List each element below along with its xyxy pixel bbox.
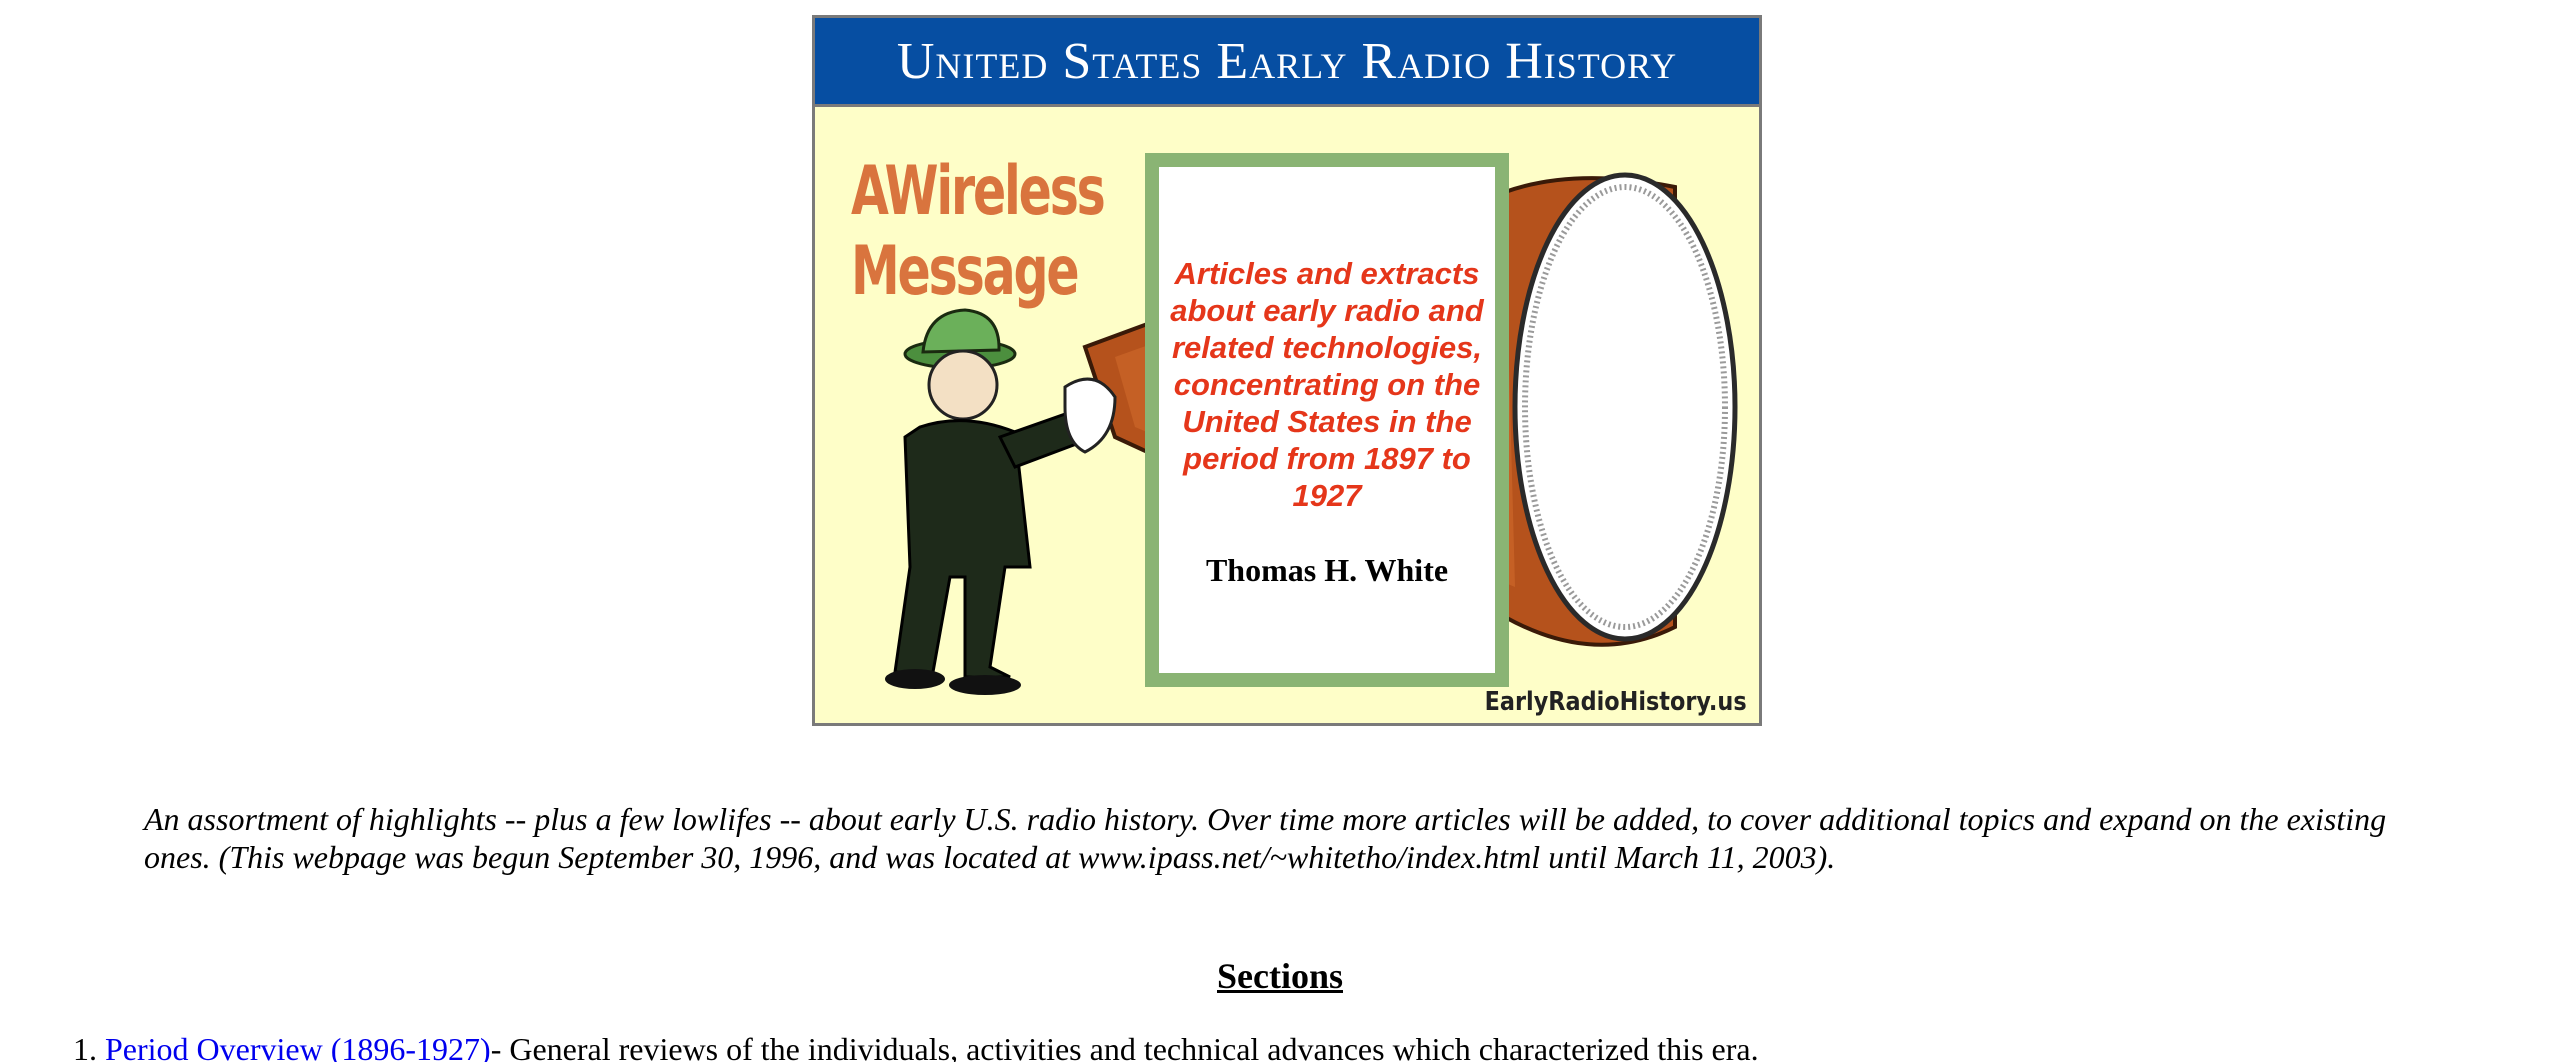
page: United States Early Radio History AWirel… <box>0 0 2560 1062</box>
period-overview-link[interactable]: Period Overview (1896-1927) <box>105 1030 491 1062</box>
banner-illustration: AWireless Message Articles and extracts … <box>815 107 1759 723</box>
headline-line-2: Message <box>851 232 1080 311</box>
sections-heading: Sections <box>1217 956 1343 996</box>
headline-line-1: AWireless <box>851 152 1106 231</box>
header-banner: United States Early Radio History AWirel… <box>812 15 1762 726</box>
intro-paragraph: An assortment of highlights -- plus a fe… <box>144 801 2387 875</box>
description-card: Articles and extracts about early radio … <box>1145 153 1509 687</box>
author-name: Thomas H. White <box>1205 552 1449 588</box>
description-card-inner: Articles and extracts about early radio … <box>1159 167 1495 673</box>
list-item: 1. Period Overview (1896-1927) - General… <box>0 1030 1759 1062</box>
banner-title-bar: United States Early Radio History <box>815 18 1759 107</box>
banner-title: United States Early Radio History <box>896 32 1678 90</box>
list-item-number: 1. <box>73 1031 97 1062</box>
man-figure <box>885 308 1117 695</box>
wireless-message-headline: AWireless Message <box>851 152 1106 312</box>
list-item-description: - General reviews of the individuals, ac… <box>490 1031 1759 1062</box>
sections-list: 1. Period Overview (1896-1927) - General… <box>0 1030 1759 1062</box>
site-watermark: EarlyRadioHistory.us <box>1485 687 1747 717</box>
site-description: Articles and extracts about early radio … <box>1170 256 1484 513</box>
